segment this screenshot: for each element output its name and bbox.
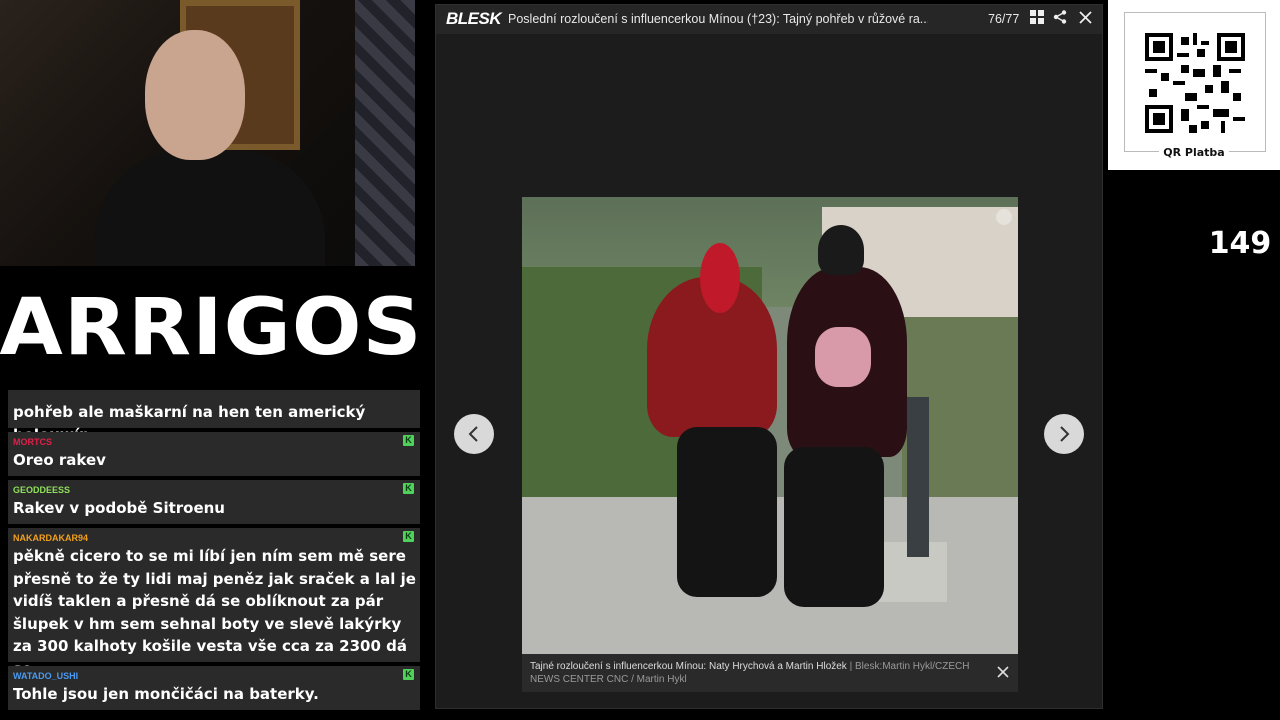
caption-text: Tajné rozloučení s influencerkou Mínou: … — [530, 661, 847, 672]
grid-icon[interactable] — [1028, 10, 1046, 28]
chat-message: WATADO_USHI Tohle jsou jen mončičáci na … — [8, 666, 420, 710]
qr-code — [1145, 33, 1245, 133]
chat-username: MORTCS — [13, 437, 52, 447]
fullscreen-icon[interactable] — [996, 209, 1012, 225]
streamer-head — [145, 30, 245, 160]
chat-message: NAKARDAKAR94 pěkně cicero to se mi líbí … — [8, 528, 420, 678]
image-counter: 76/77 — [988, 12, 1020, 26]
viewer-count: 149 — [1208, 226, 1272, 261]
chat-username: GEODDEESS — [13, 485, 71, 495]
chat-message: GEODDEESS Rakev v podobě Sitroenu K — [8, 480, 420, 524]
close-icon[interactable] — [1076, 10, 1094, 28]
post — [907, 397, 929, 557]
chevron-right-icon[interactable] — [1044, 414, 1084, 454]
chat-message: pohřeb ale maškarní na hen ten americký … — [8, 390, 420, 444]
caption-close-icon[interactable] — [996, 666, 1010, 680]
share-icon[interactable] — [1051, 10, 1069, 28]
chat-panel: pohřeb ale maškarní na hen ten americký … — [0, 390, 426, 720]
qr-payment-panel: QR Platba — [1108, 0, 1280, 170]
chat-message-text: Oreo rakev — [13, 451, 106, 469]
chat-message: MORTCS Oreo rakev K — [8, 432, 420, 476]
gallery-photo[interactable] — [522, 197, 1018, 654]
caption-separator: | — [849, 661, 853, 672]
acoustic-foam — [355, 0, 415, 266]
chevron-left-icon[interactable] — [454, 414, 494, 454]
channel-logo: ARRIGOS — [0, 266, 422, 390]
streamer-body — [95, 150, 325, 266]
kick-badge-icon: K — [403, 669, 414, 680]
gallery-title: Poslední rozloučení s influencerkou Míno… — [508, 12, 928, 26]
gallery-viewer: BLESK Poslední rozloučení s influencerko… — [435, 4, 1103, 709]
kick-badge-icon: K — [403, 483, 414, 494]
person-right-pants — [784, 447, 884, 607]
chat-username: NAKARDAKAR94 — [13, 533, 89, 543]
chat-username: WATADO_USHI — [13, 671, 79, 681]
chat-message-text: Tohle jsou jen mončičáci na baterky. — [13, 685, 319, 703]
person-left-pants — [677, 427, 777, 597]
logo-text: ARRIGOS — [0, 283, 423, 373]
photo-caption: Tajné rozloučení s influencerkou Mínou: … — [530, 660, 995, 686]
person-left-hair — [700, 243, 740, 313]
qr-label: QR Platba — [1108, 146, 1280, 159]
webcam-feed — [0, 0, 415, 266]
kick-badge-icon: K — [403, 531, 414, 542]
blesk-logo[interactable]: BLESK — [446, 9, 502, 29]
chat-message-text: pěkně cicero to se mi líbí jen ním sem m… — [13, 547, 416, 678]
shirt-graphic — [815, 327, 871, 387]
photo-caption-bar: Tajné rozloučení s influencerkou Mínou: … — [522, 654, 1018, 692]
qr-frame — [1124, 12, 1266, 152]
viewer-header: BLESK Poslední rozloučení s influencerko… — [436, 5, 1102, 34]
kick-badge-icon: K — [403, 435, 414, 446]
person-right-beanie — [818, 225, 864, 275]
chat-message-text: Rakev v podobě Sitroenu — [13, 499, 225, 517]
